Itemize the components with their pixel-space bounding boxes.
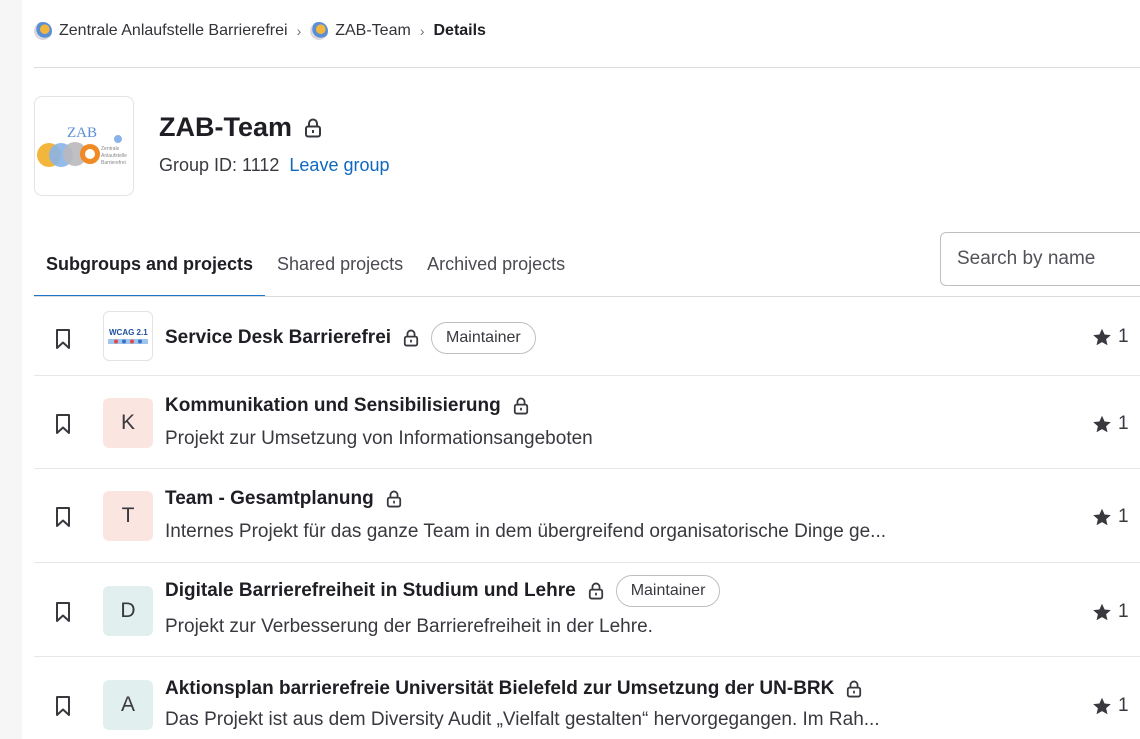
star-count: 1 [1092,413,1129,435]
list-item[interactable]: K Kommunikation und Sensibilisierung Pro… [34,376,1140,469]
project-avatar: WCAG 2.1 [103,311,153,361]
star-icon [1093,508,1111,525]
project-name[interactable]: Digitale Barrierefreiheit in Studium und… [165,575,721,607]
lock-icon [386,490,402,508]
tab-shared-projects[interactable]: Shared projects [265,232,415,296]
wcag-logo-text: WCAG 2.1 [109,328,148,337]
star-count: 1 [1092,601,1129,623]
group-meta: Group ID: 1112 Leave group [159,155,390,176]
tab-archived-projects[interactable]: Archived projects [415,232,577,296]
svg-text:Barrierefrei: Barrierefrei [101,160,126,166]
bookmark-icon[interactable] [54,413,72,435]
breadcrumb-current: Details [433,22,486,39]
breadcrumb: Zentrale Anlaufstelle Barrierefrei › ZAB… [34,20,486,42]
list-item[interactable]: D Digitale Barrierefreiheit in Studium u… [34,563,1140,657]
lock-icon [403,329,419,347]
star-count-value: 1 [1118,506,1129,527]
chevron-right-icon: › [419,23,425,39]
lock-icon [304,118,322,138]
leave-group-link[interactable]: Leave group [289,155,389,176]
star-icon [1093,415,1111,432]
bookmark-icon[interactable] [54,506,72,528]
star-icon [1093,603,1111,620]
project-name-label: Aktionsplan barrierefreie Universität Bi… [165,678,835,699]
svg-text:Zentrale: Zentrale [101,146,120,152]
bookmark-icon[interactable] [54,695,72,717]
lock-icon [846,680,862,698]
group-id: Group ID: 1112 [159,155,280,175]
project-description: Projekt zur Verbesserung der Barrierefre… [165,616,653,637]
project-name-label: Kommunikation und Sensibilisierung [165,395,501,416]
project-name[interactable]: Aktionsplan barrierefreie Universität Bi… [165,678,862,700]
group-logo-text: ZAB [67,125,97,141]
star-count-value: 1 [1118,413,1129,434]
page-title: ZAB-Team [159,112,322,143]
project-avatar: A [103,680,153,730]
tab-subgroups-and-projects[interactable]: Subgroups and projects [34,232,266,297]
chevron-right-icon: › [296,23,302,39]
project-name-label: Service Desk Barrierefrei [165,327,392,348]
star-icon [1093,697,1111,714]
project-name[interactable]: Team - Gesamtplanung [165,488,402,510]
project-avatar: T [103,491,153,541]
lock-icon [513,397,529,415]
role-badge: Maintainer [615,575,721,607]
project-description: Das Projekt ist aus dem Diversity Audit … [165,709,880,730]
role-badge: Maintainer [431,322,536,354]
bookmark-icon[interactable] [54,328,72,350]
project-description: Projekt zur Umsetzung von Informationsan… [165,428,593,449]
divider [34,67,1140,68]
project-list: WCAG 2.1 Service Desk Barrierefrei Maint… [34,297,1140,739]
lock-icon [588,582,604,600]
breadcrumb-item-parent-group[interactable]: Zentrale Anlaufstelle Barrierefrei [34,22,288,40]
project-name-label: Team - Gesamtplanung [165,488,374,509]
list-item[interactable]: T Team - Gesamtplanung Internes Projekt … [34,469,1140,563]
breadcrumb-item-group[interactable]: ZAB-Team [310,22,411,40]
group-logo: ZAB Zentrale Anlaufstelle Barrierefrei [34,96,134,196]
star-icon [1093,328,1111,345]
star-count-value: 1 [1118,326,1129,347]
group-details-page: Zentrale Anlaufstelle Barrierefrei › ZAB… [22,0,1140,739]
group-avatar-icon [34,22,52,40]
list-item[interactable]: A Aktionsplan barrierefreie Universität … [34,657,1140,739]
list-item[interactable]: WCAG 2.1 Service Desk Barrierefrei Maint… [34,297,1140,376]
project-name-label: Digitale Barrierefreiheit in Studium und… [165,580,576,601]
star-count: 1 [1092,506,1129,528]
star-count: 1 [1092,695,1129,717]
search-input[interactable] [940,232,1140,286]
project-avatar: D [103,586,153,636]
breadcrumb-label: ZAB-Team [335,22,411,39]
star-count-value: 1 [1118,601,1129,622]
svg-text:Anlaufstelle: Anlaufstelle [101,153,127,159]
group-avatar-icon [310,22,329,40]
project-description: Internes Projekt für das ganze Team in d… [165,521,887,542]
star-count: 1 [1092,326,1129,348]
breadcrumb-label: Zentrale Anlaufstelle Barrierefrei [59,22,288,39]
bookmark-icon[interactable] [54,601,72,623]
group-name: ZAB-Team [159,112,293,142]
project-name[interactable]: Kommunikation und Sensibilisierung [165,395,529,417]
project-avatar: K [103,398,153,448]
project-name[interactable]: Service Desk Barrierefrei Maintainer [165,322,536,354]
star-count-value: 1 [1118,695,1129,716]
tab-bar: Subgroups and projects Shared projects A… [34,232,577,297]
